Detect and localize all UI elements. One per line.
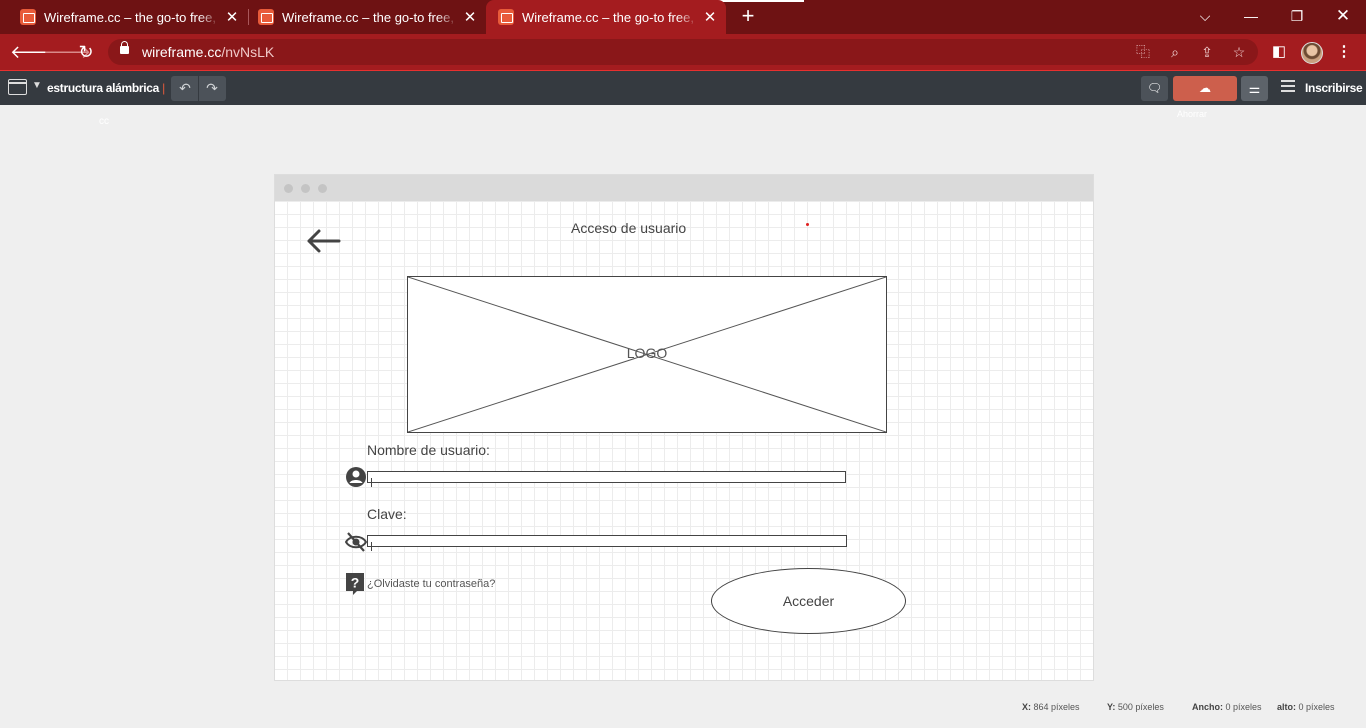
document-title-text: estructura alámbrica: [47, 81, 160, 95]
user-icon[interactable]: [345, 466, 367, 488]
status-width-label: Ancho:: [1192, 702, 1223, 712]
sliders-icon: ⚌: [1248, 81, 1261, 96]
share-icon[interactable]: ⇪: [1197, 42, 1217, 62]
cloud-upload-icon: ☁: [1199, 81, 1211, 95]
status-x-value: 864 píxeles: [1033, 702, 1080, 712]
logo-image-placeholder[interactable]: LOGO: [407, 276, 887, 433]
svg-text:?: ?: [351, 575, 360, 591]
undo-redo-group: ↶ ↷: [171, 76, 226, 101]
status-width-value: 0 píxeles: [1225, 702, 1262, 712]
profile-avatar[interactable]: [1301, 42, 1323, 64]
status-x-label: X:: [1022, 702, 1031, 712]
tab-close-icon[interactable]: ✕: [462, 8, 478, 26]
browser-toolbar: 🡐 🡒 ↻ wireframe.cc/nvNsLK ⿻ ⌕ ⇪ ☆ ◧ ⋮: [0, 34, 1366, 70]
signin-link[interactable]: Inscribirse: [1305, 81, 1363, 95]
bookmark-star-icon[interactable]: ☆: [1229, 42, 1249, 62]
tab-search-chevron-icon[interactable]: ⌵: [1192, 5, 1218, 27]
status-y-label: Y:: [1107, 702, 1116, 712]
restore-icon[interactable]: ❐: [1284, 5, 1310, 27]
lock-icon: [120, 41, 129, 54]
status-y: Y: 500 píxeles: [1107, 702, 1164, 712]
tab-close-icon[interactable]: ✕: [702, 8, 718, 26]
text-cursor: |: [162, 81, 165, 95]
page-icon[interactable]: [8, 79, 27, 95]
username-label[interactable]: Nombre de usuario:: [367, 442, 490, 458]
login-button[interactable]: Acceder: [711, 568, 906, 634]
back-arrow-icon[interactable]: [305, 227, 341, 255]
status-x: X: 864 píxeles: [1022, 702, 1080, 712]
tab-title: Wireframe.cc – the go-to free, online wi…: [522, 9, 698, 25]
tab-title: Wireframe.cc – the go-to free, online wi…: [44, 9, 220, 25]
url-path: /nvNsLK: [221, 44, 275, 60]
chrome-menu-icon[interactable]: ⋮: [1334, 42, 1354, 62]
url-text[interactable]: wireframe.cc/nvNsLK: [142, 44, 274, 60]
minimize-icon[interactable]: —: [1238, 5, 1264, 27]
wireframe-favicon-icon: [498, 9, 514, 25]
wireframe-favicon-icon: [258, 9, 274, 25]
chevron-down-icon[interactable]: ▼: [32, 80, 42, 91]
password-label[interactable]: Clave:: [367, 506, 407, 522]
settings-button[interactable]: ⚌: [1241, 76, 1268, 101]
document-title[interactable]: estructura alámbrica |: [47, 81, 165, 95]
browser-tab-strip: Wireframe.cc – the go-to free, online wi…: [0, 0, 1366, 34]
wireframe-favicon-icon: [20, 9, 36, 25]
status-width: Ancho: 0 píxeles: [1192, 702, 1262, 712]
back-icon[interactable]: 🡐: [10, 41, 58, 63]
wireframe-browser-frame[interactable]: Acceso de usuario LOGO Nombre de usuario…: [274, 174, 1094, 681]
username-input[interactable]: [367, 471, 846, 487]
close-window-icon[interactable]: ✕: [1330, 5, 1356, 27]
comment-icon: 🗨: [1146, 81, 1163, 95]
browser-tab-2[interactable]: Wireframe.cc – the go-to free, online wi…: [238, 0, 486, 34]
status-height-value: 0 píxeles: [1298, 702, 1335, 712]
new-tab-button[interactable]: +: [737, 5, 759, 27]
password-input[interactable]: [367, 535, 847, 551]
frame-dot: [284, 184, 293, 193]
address-bar[interactable]: wireframe.cc/nvNsLK ⿻ ⌕ ⇪ ☆: [108, 39, 1258, 65]
hamburger-menu-icon[interactable]: [1281, 80, 1295, 92]
save-tooltip-label: Ahorrar: [1177, 109, 1208, 119]
login-title[interactable]: Acceso de usuario: [571, 220, 686, 236]
eye-slash-icon[interactable]: [345, 531, 367, 553]
comment-button[interactable]: 🗨: [1141, 76, 1168, 101]
status-y-value: 500 píxeles: [1117, 702, 1164, 712]
save-button[interactable]: ☁: [1173, 76, 1237, 101]
logo-hint-text: cc: [99, 116, 109, 127]
side-panel-icon[interactable]: ◧: [1269, 42, 1289, 62]
app-header: ▼ estructura alámbrica | ↶ ↷ 🗨 ☁ ⚌ Inscr…: [0, 71, 1366, 105]
forward-icon[interactable]: 🡒: [43, 41, 91, 63]
frame-dot: [301, 184, 310, 193]
zoom-icon[interactable]: ⌕: [1165, 42, 1185, 62]
status-height-label: alto:: [1277, 702, 1296, 712]
selection-marker: [806, 223, 809, 226]
status-height: alto: 0 píxeles: [1277, 702, 1335, 712]
url-host: wireframe.cc: [142, 44, 222, 60]
translate-icon[interactable]: ⿻: [1133, 42, 1153, 62]
question-icon[interactable]: ?: [345, 572, 365, 596]
forgot-password-link[interactable]: ¿Olvidaste tu contraseña?: [367, 578, 495, 590]
frame-dot: [318, 184, 327, 193]
tab-title: Wireframe.cc – the go-to free, online wi…: [282, 9, 458, 25]
frame-title-bar: [275, 175, 1093, 201]
logo-label: LOGO: [626, 345, 668, 361]
redo-icon[interactable]: ↷: [199, 78, 225, 99]
reload-icon[interactable]: ↻: [75, 41, 97, 63]
undo-icon[interactable]: ↶: [172, 78, 198, 99]
browser-tab-3-active[interactable]: Wireframe.cc – the go-to free, online wi…: [486, 0, 726, 34]
browser-tab-1[interactable]: Wireframe.cc – the go-to free, online wi…: [0, 0, 248, 34]
